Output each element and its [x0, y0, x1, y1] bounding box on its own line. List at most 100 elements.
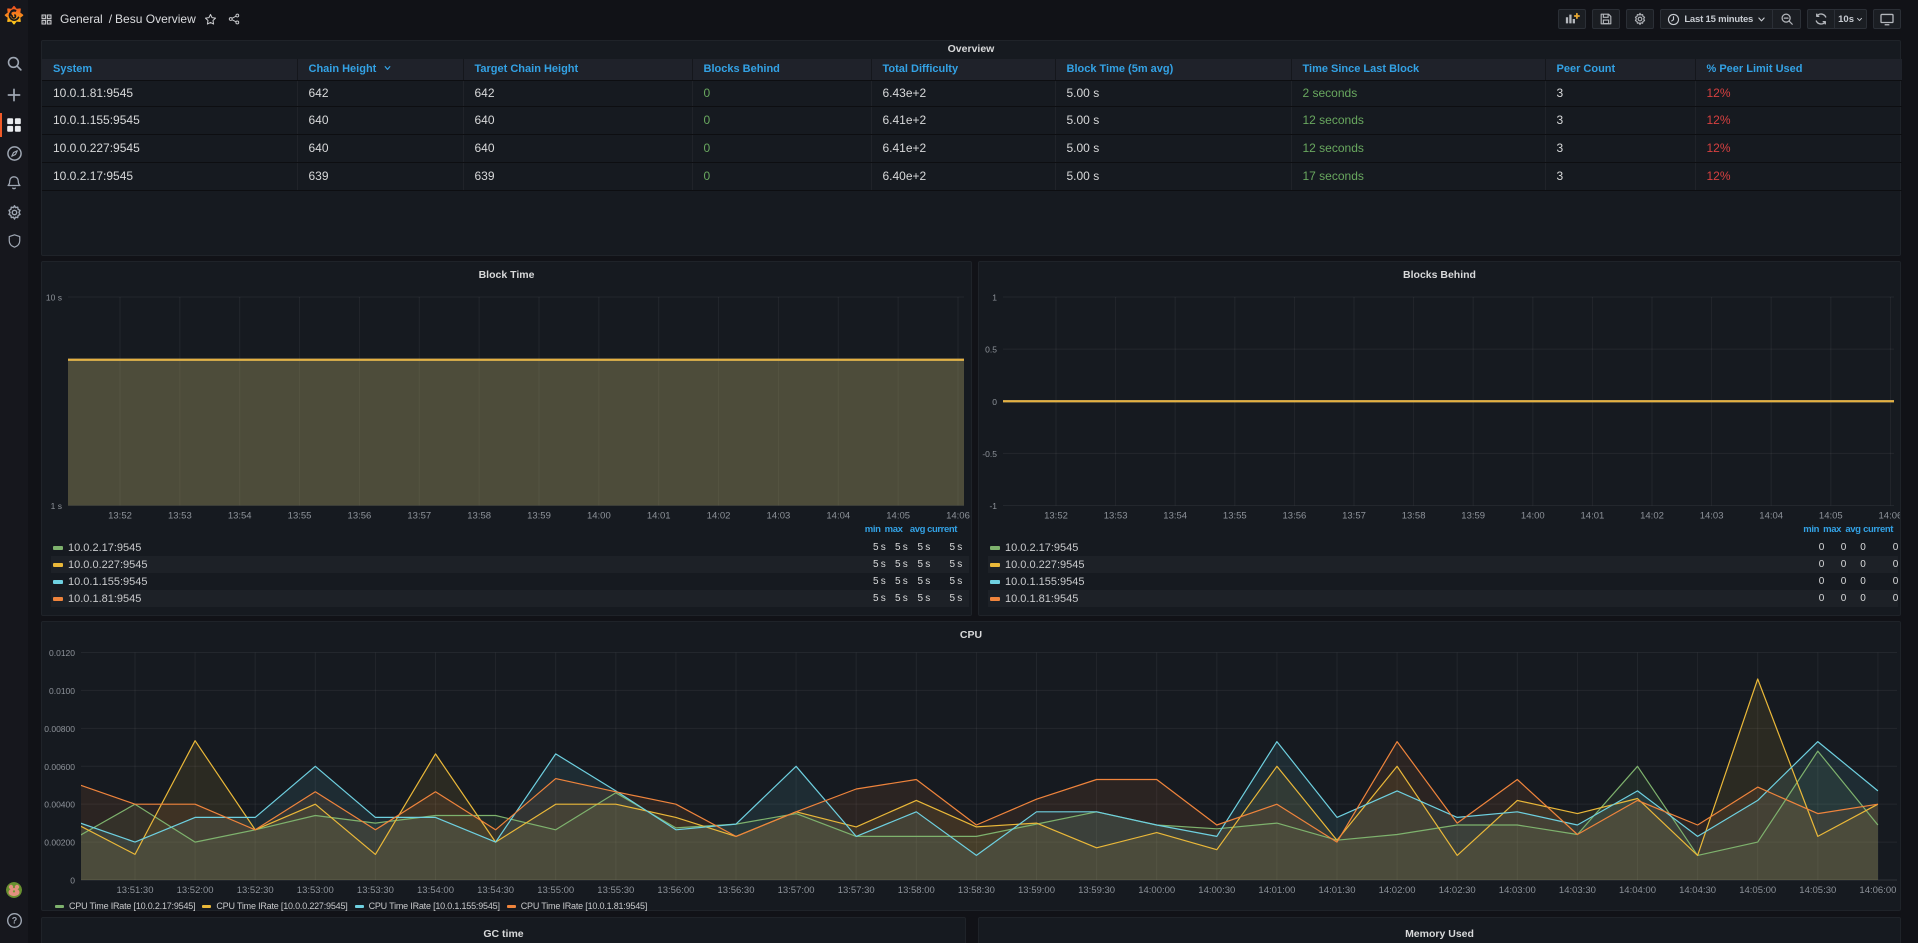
sidebar-item-dashboards[interactable]: [0, 111, 28, 139]
legend-item[interactable]: CPU Time IRate [10.0.2.17:9545]: [55, 901, 195, 911]
column-header[interactable]: Peer Count: [1545, 59, 1695, 80]
panel-title[interactable]: GC time: [42, 928, 965, 940]
legend-series-name[interactable]: 10.0.2.17:9545: [1005, 542, 1078, 554]
add-panel-button[interactable]: [1558, 9, 1586, 29]
svg-text:13:53: 13:53: [168, 511, 192, 522]
legend-row[interactable]: 10.0.1.81:95450000: [988, 590, 1898, 607]
legend-column-current[interactable]: current: [1863, 524, 1893, 535]
column-header[interactable]: System: [42, 59, 297, 80]
share-dashboard-button[interactable]: [228, 13, 240, 25]
legend-column-max[interactable]: max: [885, 524, 903, 535]
legend-row[interactable]: 10.0.0.227:95450000: [988, 556, 1898, 573]
cpu-chart[interactable]: 00.002000.004000.006000.008000.01000.012…: [42, 622, 1900, 910]
legend-series-name[interactable]: 10.0.1.155:9545: [68, 576, 148, 588]
svg-text:14:04:00: 14:04:00: [1619, 885, 1656, 896]
legend-series-name[interactable]: 10.0.1.81:9545: [68, 593, 141, 605]
column-header[interactable]: Block Time (5m avg): [1055, 59, 1291, 80]
svg-text:14:04: 14:04: [826, 511, 850, 522]
svg-text:13:58: 13:58: [1402, 511, 1426, 522]
legend-series-name[interactable]: 10.0.0.227:9545: [1005, 559, 1085, 571]
legend-value: 0: [1841, 593, 1846, 604]
legend-swatch: [55, 905, 64, 908]
panel-title[interactable]: Overview: [42, 43, 1900, 55]
legend-column-avg[interactable]: avg: [910, 524, 925, 535]
sidebar-item-help[interactable]: ?: [0, 906, 28, 934]
legend-value: 0: [1819, 542, 1824, 553]
column-header[interactable]: Blocks Behind: [692, 59, 871, 80]
legend-item[interactable]: CPU Time IRate [10.0.0.227:9545]: [202, 901, 347, 911]
sidebar-item-search[interactable]: [0, 49, 28, 77]
table-cell: 6.41e+2: [871, 106, 1055, 134]
legend-row[interactable]: 10.0.1.155:95450000: [988, 573, 1898, 590]
legend-item[interactable]: CPU Time IRate [10.0.1.155:9545]: [355, 901, 500, 911]
legend-row[interactable]: 10.0.0.227:95455 s5 s5 s5 s: [51, 556, 969, 573]
legend-column-min[interactable]: min: [865, 524, 881, 535]
legend-value: 5 s: [950, 576, 962, 587]
legend-row[interactable]: 10.0.1.155:95455 s5 s5 s5 s: [51, 573, 969, 590]
dashboard-settings-button[interactable]: [1626, 9, 1654, 29]
zoom-out-icon: [1780, 12, 1794, 26]
svg-text:14:03:30: 14:03:30: [1559, 885, 1596, 896]
legend-series-name[interactable]: 10.0.0.227:9545: [68, 559, 148, 571]
save-dashboard-button[interactable]: [1592, 9, 1620, 29]
time-range-picker[interactable]: Last 15 minutes: [1660, 9, 1773, 29]
svg-text:14:05:00: 14:05:00: [1739, 885, 1776, 896]
legend-row[interactable]: 10.0.2.17:95455 s5 s5 s5 s: [51, 539, 969, 556]
grafana-logo[interactable]: [4, 5, 24, 25]
legend-column-min[interactable]: min: [1803, 524, 1819, 535]
panel-title[interactable]: Memory Used: [979, 928, 1900, 940]
legend-swatch: [355, 905, 364, 908]
user-avatar[interactable]: [6, 882, 22, 898]
column-header[interactable]: Chain Height: [297, 59, 463, 80]
legend-series-name[interactable]: 10.0.1.155:9545: [1005, 576, 1085, 588]
legend-value: 5 s: [873, 542, 885, 553]
sidebar-item-configuration[interactable]: [0, 198, 28, 226]
star-dashboard-button[interactable]: [204, 13, 217, 26]
table-cell: 3: [1545, 134, 1695, 162]
legend-value: 5 s: [873, 559, 885, 570]
legend-series-name[interactable]: 10.0.1.81:9545: [1005, 593, 1078, 605]
table-cell: 639: [463, 162, 692, 190]
svg-text:13:52:30: 13:52:30: [237, 885, 274, 896]
svg-text:13:55: 13:55: [1223, 511, 1247, 522]
legend-value: 0: [1860, 542, 1865, 553]
svg-text:14:01: 14:01: [647, 511, 671, 522]
column-header[interactable]: Time Since Last Block: [1291, 59, 1545, 80]
sidebar-item-create[interactable]: [0, 81, 28, 109]
svg-text:13:58:00: 13:58:00: [898, 885, 935, 896]
svg-text:13:57: 13:57: [1342, 511, 1366, 522]
share-icon: [228, 13, 240, 25]
legend-column-avg[interactable]: avg: [1845, 524, 1860, 535]
cycle-view-button[interactable]: [1873, 9, 1901, 29]
sidebar-item-alerting[interactable]: [0, 169, 28, 197]
refresh-interval-picker[interactable]: 10s: [1835, 9, 1867, 29]
legend-item[interactable]: CPU Time IRate [10.0.1.81:9545]: [507, 901, 647, 911]
legend-value: 5 s: [895, 576, 907, 587]
legend-column-current[interactable]: current: [927, 524, 957, 535]
legend-row[interactable]: 10.0.2.17:95450000: [988, 539, 1898, 556]
svg-text:13:53:00: 13:53:00: [297, 885, 334, 896]
column-header[interactable]: Target Chain Height: [463, 59, 692, 80]
legend-row[interactable]: 10.0.1.81:95455 s5 s5 s5 s: [51, 590, 969, 607]
zoom-out-button[interactable]: [1773, 9, 1801, 29]
chevron-down-icon: [1856, 16, 1863, 23]
sidebar: ?: [0, 0, 28, 943]
svg-text:-1: -1: [989, 501, 997, 511]
legend-value: 5 s: [918, 593, 930, 604]
breadcrumb-folder[interactable]: General: [60, 12, 103, 26]
sidebar-item-explore[interactable]: [0, 139, 28, 167]
star-icon: [204, 13, 217, 26]
svg-text:14:00: 14:00: [587, 511, 611, 522]
legend-column-max[interactable]: max: [1823, 524, 1841, 535]
column-header[interactable]: % Peer Limit Used: [1695, 59, 1902, 80]
page-title[interactable]: Besu Overview: [115, 12, 196, 26]
svg-text:13:58: 13:58: [467, 511, 491, 522]
legend-value: 0: [1819, 593, 1824, 604]
svg-text:14:00:30: 14:00:30: [1198, 885, 1235, 896]
sidebar-item-server-admin[interactable]: [0, 227, 28, 255]
legend-series-name[interactable]: 10.0.2.17:9545: [68, 542, 141, 554]
column-header[interactable]: Total Difficulty: [871, 59, 1055, 80]
bell-icon: [6, 175, 22, 191]
table-cell: 6.41e+2: [871, 134, 1055, 162]
refresh-button[interactable]: [1807, 9, 1835, 29]
